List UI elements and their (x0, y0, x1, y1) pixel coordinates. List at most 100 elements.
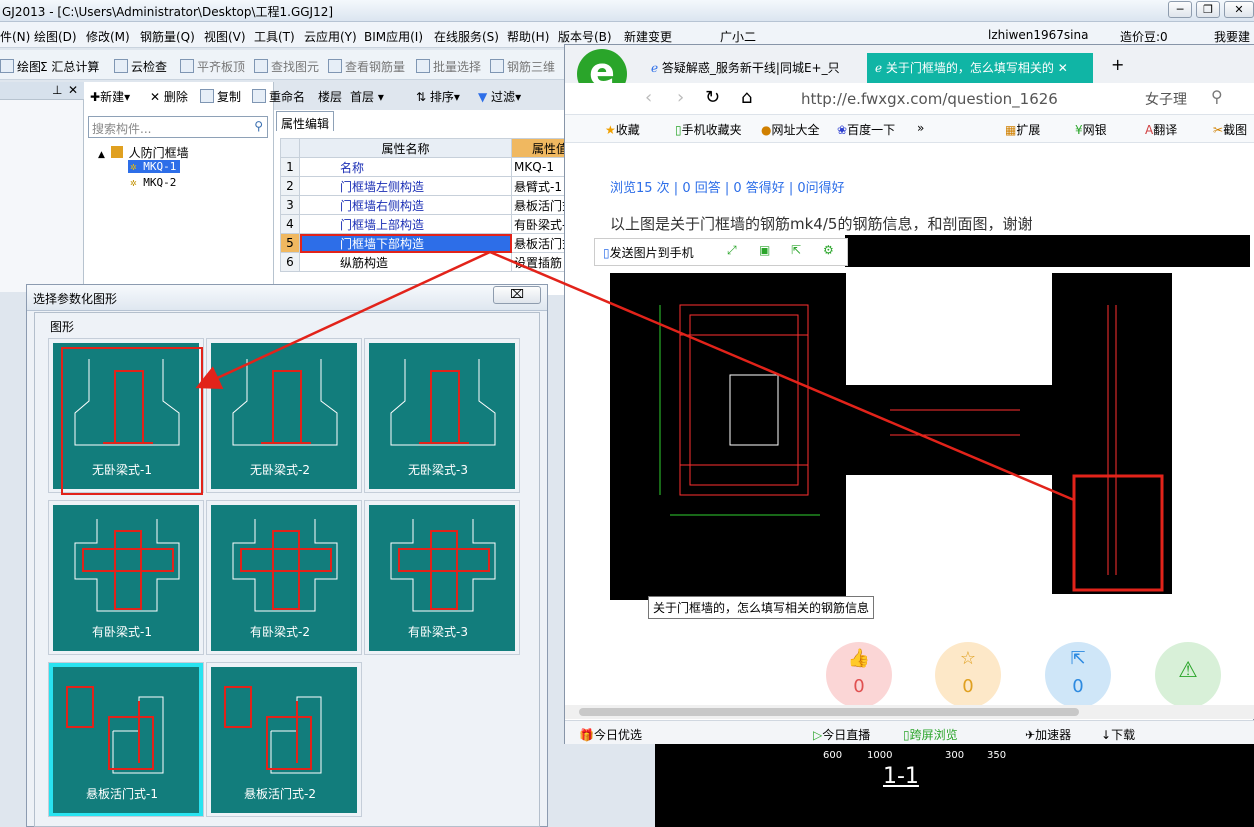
menu-help[interactable]: 帮助(H) (507, 28, 549, 45)
search-input[interactable]: 搜索构件... ⚲ (88, 116, 268, 138)
draw-button[interactable]: 绘图 (0, 58, 41, 75)
cloud-check-button[interactable]: 云检查 (114, 58, 167, 75)
share-button[interactable]: ⇱ 0 (1045, 642, 1111, 708)
forward-icon[interactable]: › (677, 87, 684, 108)
tree-item-mkq1[interactable]: ✲ MKQ-1 (128, 160, 181, 173)
tab-question[interactable]: ℯ 关于门框墙的，怎么填写相关的 ✕ (867, 53, 1093, 83)
horizontal-scrollbar[interactable] (565, 705, 1254, 719)
bank-button[interactable]: ¥网银 (1075, 121, 1107, 138)
star-icon: ☆ (959, 648, 977, 669)
close-button[interactable]: ✕ (1224, 1, 1254, 18)
shape-label: 无卧梁式-2 (250, 463, 310, 477)
tab-qa[interactable]: ℯ 答疑解惑_服务新干线|同城E+_只 (643, 53, 861, 83)
batch-select-button[interactable]: 批量选择 (416, 58, 481, 75)
view-rebar-button[interactable]: 查看钢筋量 (328, 58, 405, 75)
menu-modify[interactable]: 修改(M) (86, 28, 130, 45)
refresh-icon[interactable]: ↻ (705, 87, 720, 108)
tree-item-mkq2[interactable]: ✲ MKQ-2 (130, 176, 176, 189)
menu-tools[interactable]: 工具(T) (254, 28, 295, 45)
menu-cloud[interactable]: 云应用(Y) (304, 28, 357, 45)
bookmark-more[interactable]: » (917, 121, 924, 135)
share-icon: ⇱ (1070, 648, 1086, 669)
expand-icon[interactable]: ⤢ (727, 243, 737, 258)
align-slab-button[interactable]: 平齐板顶 (180, 58, 245, 75)
pin-icon[interactable]: ⊥ (52, 83, 62, 97)
search-icon[interactable]: ⚲ (1211, 87, 1223, 106)
menu-file[interactable]: 件(N) (0, 28, 30, 45)
floor-select[interactable]: 首层 ▾ (350, 88, 410, 105)
menu-rebar[interactable]: 钢筋量(Q) (140, 28, 195, 45)
settings-icon[interactable]: ⚙ (823, 243, 834, 257)
table-row[interactable]: 1 名称 MKQ-1 (280, 157, 587, 177)
new-tab-button[interactable]: + (1103, 53, 1132, 83)
rename-button[interactable]: 重命名 (252, 88, 305, 105)
today-live[interactable]: ▷今日直播 (813, 726, 870, 743)
screenshot-button[interactable]: ✂截图 (1213, 121, 1247, 138)
accelerator[interactable]: ✈加速器 (1025, 726, 1071, 743)
find-element-button[interactable]: 查找图元 (254, 58, 319, 75)
tree-root[interactable]: ▲ 人防门框墙 (98, 144, 189, 161)
collapse-icon[interactable]: ▲ (98, 150, 105, 160)
menu-bim[interactable]: BIM应用(I) (364, 28, 423, 45)
ie-icon: ℯ (875, 61, 886, 75)
filter-button[interactable]: ▼ 过滤▾ (478, 88, 521, 105)
today-picks[interactable]: 🎁今日优选 (579, 726, 642, 743)
like-button[interactable]: 👍 0 (826, 642, 892, 708)
menu-version[interactable]: 版本号(B) (558, 28, 612, 45)
menu-assistant[interactable]: 广小二 (720, 28, 756, 45)
search-icon[interactable]: ⚲ (254, 119, 263, 133)
bookmark-bar: ★收藏 ▯手机收藏夹 ●网址大全 ❀百度一下 » ▦扩展 ¥网银 A翻译 ✂截图 (565, 115, 1254, 143)
table-row[interactable]: 3 门框墙右侧构造 悬板活门式-2 (280, 195, 587, 215)
new-button[interactable]: ✚新建▾ (90, 88, 130, 105)
user-name[interactable]: lzhiwen1967sina (988, 28, 1088, 42)
tab-property-edit[interactable]: 属性编辑 (276, 111, 334, 131)
copy-button[interactable]: 复制 (200, 88, 241, 105)
table-row[interactable]: 4 门框墙上部构造 有卧梁式-1 (280, 214, 587, 234)
table-row[interactable]: 6 纵筋构造 设置插筋 (280, 252, 587, 272)
scissors-icon: ✂ (1213, 123, 1224, 137)
menu-online[interactable]: 在线服务(S) (434, 28, 499, 45)
download[interactable]: ↓下载 (1101, 726, 1135, 743)
share-icon[interactable]: ⇱ (791, 243, 801, 257)
extension-button[interactable]: ▦扩展 (1005, 121, 1040, 138)
menu-new-change[interactable]: 新建变更 (624, 28, 672, 45)
shape-tile-8[interactable]: 悬板活门式-2 (206, 662, 362, 817)
shape-tile-3[interactable]: 无卧梁式-3 (364, 338, 520, 493)
save-icon[interactable]: ▣ (759, 243, 770, 257)
delete-button[interactable]: ✕ 删除 (150, 88, 188, 105)
panel-close-icon[interactable]: ✕ (68, 83, 78, 97)
bookmark-mobile[interactable]: ▯手机收藏夹 (675, 121, 742, 138)
shape-label: 有卧梁式-1 (92, 625, 152, 639)
translate-button[interactable]: A翻译 (1145, 121, 1177, 138)
sort-button[interactable]: ⇅ 排序▾ (416, 88, 460, 105)
shape-tile-2[interactable]: 无卧梁式-2 (206, 338, 362, 493)
shape-tile-6[interactable]: 有卧梁式-3 (364, 500, 520, 655)
shape-tile-1[interactable]: 无卧梁式-1 (48, 338, 204, 495)
shape-label: 无卧梁式-3 (408, 463, 468, 477)
bookmark-baidu[interactable]: ❀百度一下 (837, 121, 895, 138)
menu-draw[interactable]: 绘图(D) (34, 28, 77, 45)
menu-view[interactable]: 视图(V) (204, 28, 246, 45)
home-icon[interactable]: ⌂ (741, 87, 752, 108)
dialog-close-button[interactable]: ⌧ (493, 286, 541, 304)
minimize-button[interactable]: ─ (1168, 1, 1192, 18)
shape-tile-4[interactable]: 有卧梁式-1 (48, 500, 204, 655)
bookmark-sites[interactable]: ●网址大全 (761, 121, 820, 138)
rebar-3d-button[interactable]: 钢筋三维 (490, 58, 555, 75)
maximize-button[interactable]: ❐ (1196, 1, 1220, 18)
want-link[interactable]: 我要建 (1214, 28, 1250, 45)
back-icon[interactable]: ‹ (645, 87, 652, 108)
url-input[interactable]: http://e.fwxgx.com/question_1626 (801, 90, 1061, 108)
cross-screen[interactable]: ▯跨屏浏览 (903, 726, 958, 743)
table-row[interactable]: 2 门框墙左侧构造 悬臂式-1 (280, 176, 587, 196)
sum-calc-button[interactable]: Σ 汇总计算 (40, 58, 99, 75)
report-button[interactable]: ⚠ (1155, 642, 1221, 708)
search-hint[interactable]: 女子理 (1145, 89, 1187, 109)
send-to-phone-button[interactable]: ▯发送图片到手机 (603, 244, 694, 261)
shape-tile-5[interactable]: 有卧梁式-2 (206, 500, 362, 655)
table-row-selected[interactable]: 5 门框墙下部构造 悬板活门式-1 (280, 233, 587, 253)
shape-tile-7[interactable]: 悬板活门式-1 (48, 662, 204, 817)
bookmark-favorites[interactable]: ★收藏 (605, 121, 640, 138)
favorite-button[interactable]: ☆ 0 (935, 642, 1001, 708)
browser-tab-bar: e ℯ 答疑解惑_服务新干线|同城E+_只 ℯ 关于门框墙的，怎么填写相关的 ✕… (565, 45, 1254, 99)
